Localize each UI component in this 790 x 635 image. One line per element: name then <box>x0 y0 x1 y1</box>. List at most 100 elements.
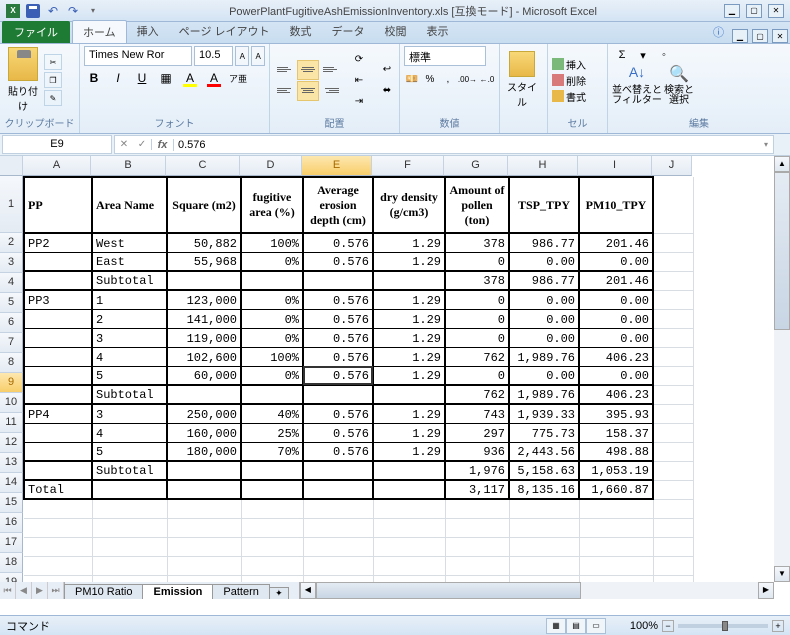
cell-B13[interactable]: 5 <box>92 442 167 461</box>
merge-button[interactable]: ⬌ <box>376 81 398 101</box>
formula-input[interactable]: 0.576 <box>174 139 759 151</box>
cell-F13[interactable]: 1.29 <box>373 442 445 461</box>
cell-G9[interactable]: 0 <box>445 366 509 385</box>
column-header-H[interactable]: H <box>508 156 578 176</box>
cell-A19[interactable] <box>24 556 92 575</box>
cell-A7[interactable] <box>24 328 92 347</box>
cell-E8[interactable]: 0.576 <box>303 347 373 366</box>
cell-E15[interactable] <box>303 480 373 499</box>
decrease-indent-button[interactable]: ⇤ <box>348 70 370 90</box>
row-header-7[interactable]: 7 <box>0 333 23 353</box>
sheet-tab-Emission[interactable]: Emission <box>142 584 213 599</box>
excel-icon[interactable]: X <box>4 2 22 20</box>
cell-I10[interactable]: 406.23 <box>579 385 653 404</box>
cell-C2[interactable]: 50,882 <box>167 233 241 252</box>
cell-C5[interactable]: 123,000 <box>167 290 241 309</box>
row-header-1[interactable]: 1 <box>0 176 23 233</box>
cell-E14[interactable] <box>303 461 373 480</box>
cell-F5[interactable]: 1.29 <box>373 290 445 309</box>
cell-A2[interactable]: PP2 <box>24 233 92 252</box>
cell-H12[interactable]: 775.73 <box>509 423 579 442</box>
cell-F9[interactable]: 1.29 <box>373 366 445 385</box>
cell-B10[interactable]: Subtotal <box>92 385 167 404</box>
horizontal-scrollbar[interactable]: ◀ ▶ <box>299 582 774 599</box>
cell-D17[interactable] <box>241 518 303 537</box>
cell-H15[interactable]: 8,135.16 <box>509 480 579 499</box>
select-all-button[interactable] <box>0 156 23 176</box>
enter-formula-button[interactable]: ✓ <box>133 139 151 150</box>
sheet-tab-Pattern[interactable]: Pattern <box>212 584 269 599</box>
row-header-12[interactable]: 12 <box>0 433 23 453</box>
cell-B2[interactable]: West <box>92 233 167 252</box>
format-cells-button[interactable]: 書式 <box>552 89 586 104</box>
cell-B12[interactable]: 4 <box>92 423 167 442</box>
cell-H17[interactable] <box>509 518 579 537</box>
vertical-scrollbar[interactable]: ▲ ▼ <box>774 156 790 582</box>
align-right-button[interactable] <box>320 81 342 101</box>
column-header-G[interactable]: G <box>444 156 508 176</box>
ribbon-tab-2[interactable]: ページ レイアウト <box>169 20 280 43</box>
cell-H8[interactable]: 1,989.76 <box>509 347 579 366</box>
phonetic-button[interactable]: ア亜 <box>228 68 248 88</box>
italic-button[interactable]: I <box>108 68 128 88</box>
cell-C14[interactable] <box>167 461 241 480</box>
cell-J5[interactable] <box>653 290 693 309</box>
sort-filter-button[interactable]: А↓ 並べ替えと フィルター <box>612 64 662 106</box>
row-header-18[interactable]: 18 <box>0 553 23 573</box>
cell-A14[interactable] <box>24 461 92 480</box>
cell-A11[interactable]: PP4 <box>24 404 92 423</box>
cell-A15[interactable]: Total <box>24 480 92 499</box>
cell-J11[interactable] <box>653 404 693 423</box>
cell-D1[interactable]: fugitive area (%) <box>241 177 303 233</box>
row-header-2[interactable]: 2 <box>0 233 23 253</box>
align-left-button[interactable] <box>274 81 296 101</box>
maximize-button[interactable]: ▢ <box>746 4 762 18</box>
cell-B8[interactable]: 4 <box>92 347 167 366</box>
undo-button[interactable]: ↶ <box>44 2 62 20</box>
cell-styles-button[interactable]: スタイル <box>504 51 540 109</box>
cell-E13[interactable]: 0.576 <box>303 442 373 461</box>
cell-G18[interactable] <box>445 537 509 556</box>
zoom-slider[interactable] <box>678 624 768 628</box>
column-header-I[interactable]: I <box>578 156 652 176</box>
cell-A8[interactable] <box>24 347 92 366</box>
fx-icon[interactable]: fx <box>152 139 174 151</box>
percent-button[interactable]: % <box>422 69 438 89</box>
cell-B7[interactable]: 3 <box>92 328 167 347</box>
cell-D5[interactable]: 0% <box>241 290 303 309</box>
sheet-tab-PM10 Ratio[interactable]: PM10 Ratio <box>64 584 143 599</box>
row-header-3[interactable]: 3 <box>0 253 23 273</box>
ribbon-tab-5[interactable]: 校閲 <box>375 20 417 43</box>
copy-button[interactable]: ❐ <box>44 72 62 88</box>
cell-C1[interactable]: Square (m2) <box>167 177 241 233</box>
font-size-combo[interactable]: 10.5 <box>194 46 233 66</box>
cell-A12[interactable] <box>24 423 92 442</box>
cell-H18[interactable] <box>509 537 579 556</box>
cell-J19[interactable] <box>653 556 693 575</box>
column-header-A[interactable]: A <box>23 156 91 176</box>
cell-C6[interactable]: 141,000 <box>167 309 241 328</box>
cell-J12[interactable] <box>653 423 693 442</box>
cell-J17[interactable] <box>653 518 693 537</box>
number-format-combo[interactable]: 標準 <box>404 46 486 66</box>
cell-C11[interactable]: 250,000 <box>167 404 241 423</box>
cell-I9[interactable]: 0.00 <box>579 366 653 385</box>
row-header-16[interactable]: 16 <box>0 513 23 533</box>
cell-D11[interactable]: 40% <box>241 404 303 423</box>
cell-J6[interactable] <box>653 309 693 328</box>
delete-cells-button[interactable]: 削除 <box>552 73 586 88</box>
row-header-10[interactable]: 10 <box>0 393 23 413</box>
cell-D6[interactable]: 0% <box>241 309 303 328</box>
cell-B4[interactable]: Subtotal <box>92 271 167 290</box>
cell-J4[interactable] <box>653 271 693 290</box>
cell-D13[interactable]: 70% <box>241 442 303 461</box>
ribbon-tab-0[interactable]: ホーム <box>72 20 127 43</box>
cell-F3[interactable]: 1.29 <box>373 252 445 271</box>
cell-F7[interactable]: 1.29 <box>373 328 445 347</box>
cell-J13[interactable] <box>653 442 693 461</box>
cell-C3[interactable]: 55,968 <box>167 252 241 271</box>
cell-H10[interactable]: 1,989.76 <box>509 385 579 404</box>
cell-F6[interactable]: 1.29 <box>373 309 445 328</box>
cell-H13[interactable]: 2,443.56 <box>509 442 579 461</box>
cell-E2[interactable]: 0.576 <box>303 233 373 252</box>
